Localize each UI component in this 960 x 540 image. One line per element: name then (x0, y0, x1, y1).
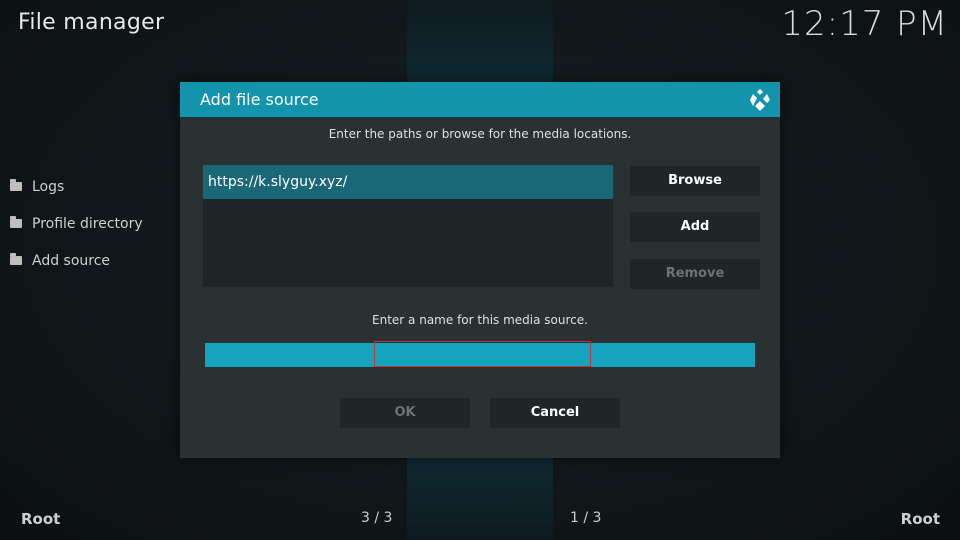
sidebar-item-label: Profile directory (32, 215, 143, 232)
page-title: File manager (18, 10, 165, 35)
footer-right-count: 1 / 3 (570, 510, 602, 526)
footer-right-root: Root (900, 510, 940, 528)
add-button[interactable]: Add (630, 212, 760, 242)
sidebar-item-add-source[interactable]: Add source (10, 242, 143, 279)
sidebar-list: Logs Profile directory Add source (10, 168, 143, 279)
kodi-logo-icon (750, 89, 770, 111)
sidebar-item-logs[interactable]: Logs (10, 168, 143, 205)
path-item[interactable]: https://k.slyguy.xyz/ (203, 165, 613, 199)
folder-icon (10, 179, 22, 191)
sidebar-item-label: Logs (32, 178, 65, 195)
folder-icon (10, 253, 22, 265)
browse-button[interactable]: Browse (630, 166, 760, 196)
folder-icon (10, 216, 22, 228)
dialog-title: Add file source (200, 90, 319, 109)
focus-cursor (374, 341, 591, 367)
ok-button[interactable]: OK (340, 398, 470, 428)
cancel-button[interactable]: Cancel (490, 398, 620, 428)
add-file-source-dialog: Add file source Enter the paths or brows… (180, 82, 780, 458)
sidebar-item-label: Add source (32, 252, 111, 269)
dialog-header: Add file source (180, 82, 780, 117)
remove-button[interactable]: Remove (630, 259, 760, 289)
name-instruction: Enter a name for this media source. (372, 313, 588, 327)
sidebar-item-profile-directory[interactable]: Profile directory (10, 205, 143, 242)
footer-left-root: Root (21, 510, 61, 528)
footer-left-count: 3 / 3 (361, 510, 393, 526)
paths-list: https://k.slyguy.xyz/ (203, 165, 613, 287)
paths-instruction: Enter the paths or browse for the media … (328, 127, 632, 141)
clock: 12:17 PM (781, 4, 948, 44)
